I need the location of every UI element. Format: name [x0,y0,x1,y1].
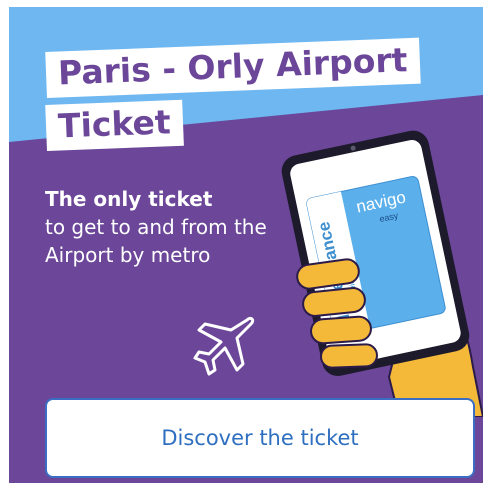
title-line-2: Ticket [45,99,184,151]
cta-label: Discover the ticket [161,426,359,450]
discover-ticket-button[interactable]: Discover the ticket [45,398,475,478]
tagline-text: to get to and from the Airport by metro [45,215,267,267]
airplane-icon [193,316,255,376]
smartphone-illustration: île de France mobilités navigo easy [281,130,470,376]
tagline: The only ticket to get to and from the A… [45,185,295,269]
tagline-bold: The only ticket [45,187,213,211]
ad-banner[interactable]: Paris - Orly Airport Ticket The only tic… [9,7,483,483]
phone-in-hand-illustration: île de France mobilités navigo easy [281,130,483,417]
